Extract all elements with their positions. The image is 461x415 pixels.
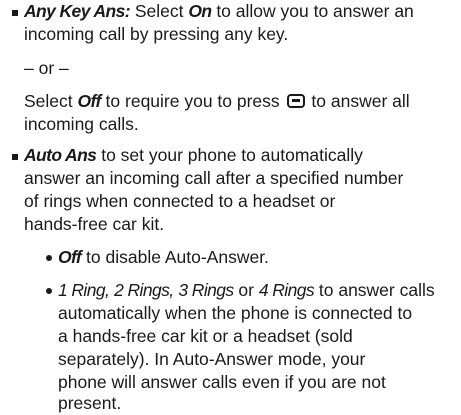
on-value: On — [188, 1, 212, 21]
or-separator: – or – — [24, 58, 69, 78]
talk-key-icon — [286, 94, 305, 108]
or-word: or — [238, 280, 254, 300]
auto-ans-term: Auto Ans — [24, 145, 97, 165]
off-text-c: to require you to press — [105, 91, 280, 111]
sub-off-line: Off to disable Auto-Answer. — [58, 246, 269, 269]
any-key-text-a: to allow you to answer an — [216, 1, 414, 21]
off-value: Off — [77, 91, 102, 111]
sub-off-text: to disable Auto-Answer. — [86, 247, 269, 267]
any-key-ans-term: Any Key Ans: — [24, 1, 131, 21]
off-option-line-1: Select Off to require you to press to an… — [24, 90, 410, 113]
sub-rings-line-5: phone will answer calls even if you are … — [58, 372, 386, 392]
ring-option-1: 1 Ring, — [58, 280, 110, 300]
off-text-d: to answer all — [311, 91, 410, 111]
square-bullet — [12, 10, 18, 16]
sub-rings-line-1: 1 Ring, 2 Rings, 3 Rings or 4 Rings to a… — [58, 279, 435, 302]
any-key-ans-line-1: Any Key Ans: Select On to allow you to a… — [24, 0, 414, 23]
sub-rings-line-2: automatically when the phone is connecte… — [58, 303, 413, 323]
square-bullet — [12, 154, 18, 160]
round-bullet — [46, 288, 52, 294]
round-bullet — [46, 255, 52, 261]
auto-ans-line-1: Auto Ans to set your phone to automatica… — [24, 144, 363, 167]
rings-text-tail: to answer calls — [318, 280, 435, 300]
auto-ans-line-3: of rings when connected to a headset or — [24, 191, 336, 211]
ring-option-2: 2 Rings, — [114, 280, 174, 300]
manual-page: Any Key Ans: Select On to allow you to a… — [0, 0, 461, 413]
sub-off-term: Off — [58, 247, 82, 267]
auto-ans-line-4: hands-free car kit. — [24, 214, 165, 234]
select-word: Select — [134, 1, 184, 21]
off-option-line-2: incoming calls. — [24, 114, 139, 134]
ring-option-3: 3 Rings — [178, 280, 234, 300]
sub-rings-line-4: separately). In Auto-Answer mode, your — [58, 349, 366, 369]
select-word-2: Select — [24, 91, 73, 111]
auto-ans-line-2: answer an incoming call after a specifie… — [24, 168, 404, 188]
any-key-ans-line-2: incoming call by pressing any key. — [24, 24, 289, 44]
ring-option-4: 4 Rings — [258, 280, 315, 300]
sub-rings-line-3: a hands-free car kit or a headset (sold — [58, 326, 353, 346]
auto-ans-text-1: to set your phone to automatically — [101, 145, 363, 165]
